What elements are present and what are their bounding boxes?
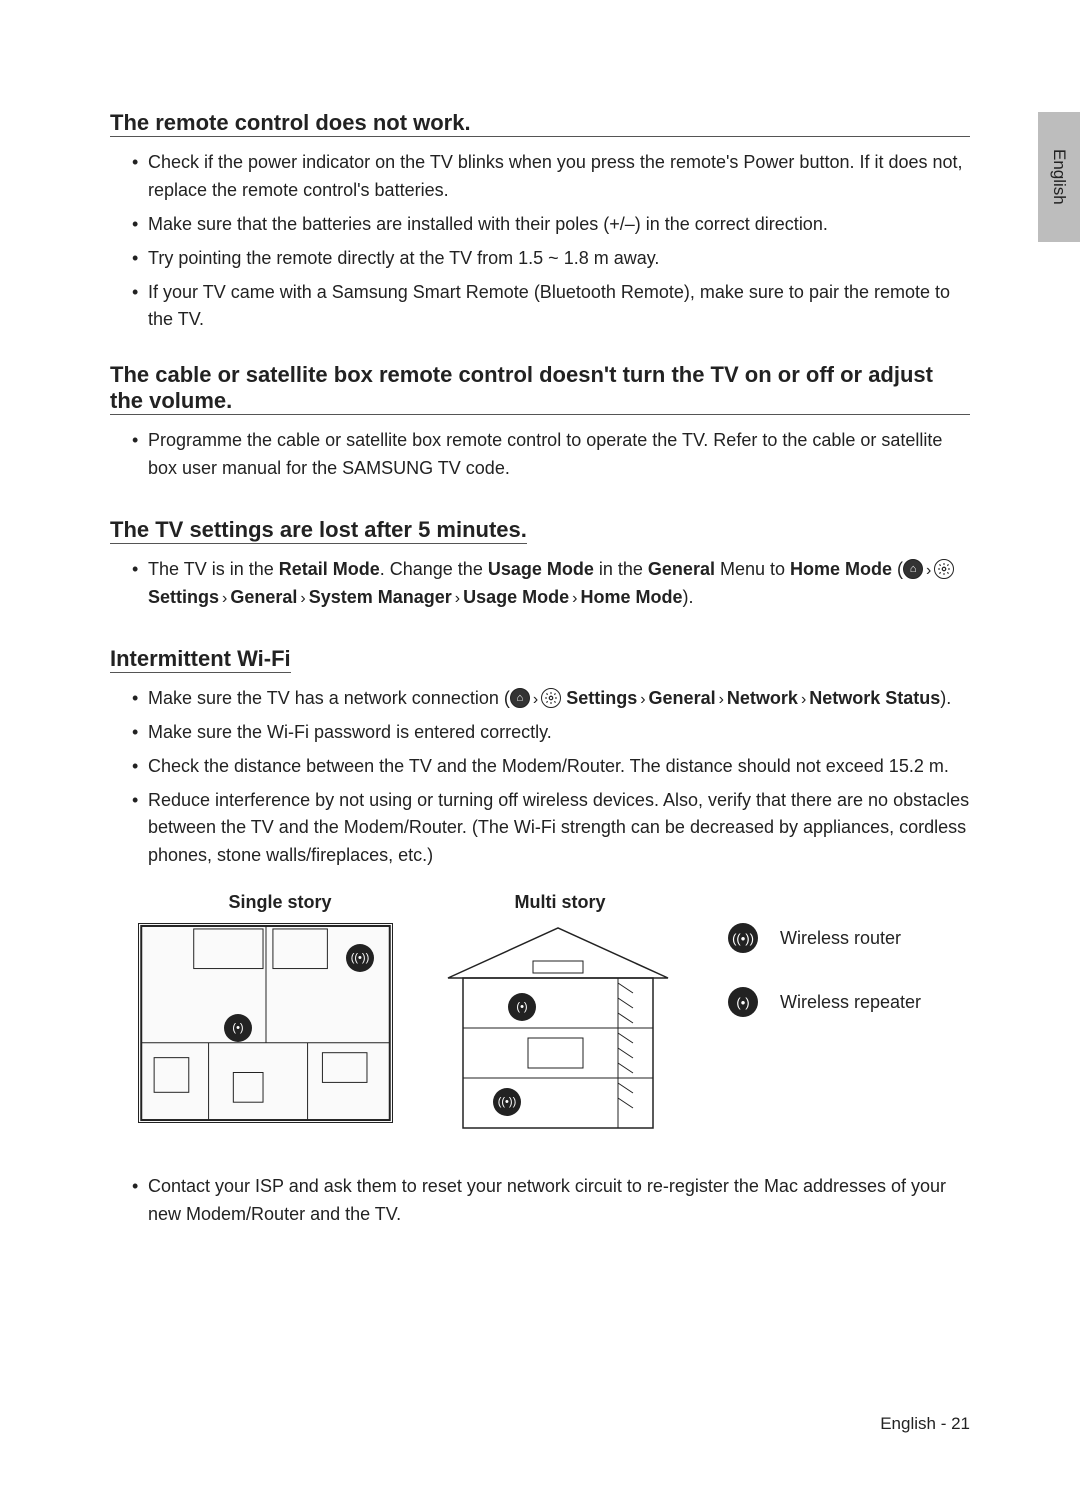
chevron-icon: › [637,691,648,708]
diagram-labels: Single story Multi story [110,892,970,913]
chevron-icon: › [569,590,580,607]
heading-settings-lost: The TV settings are lost after 5 minutes… [110,517,527,543]
text: ( [892,559,903,579]
gear-icon [934,559,954,579]
list-item: Try pointing the remote directly at the … [132,245,970,273]
chevron-icon: › [219,590,230,607]
list-wifi: Make sure the TV has a network connectio… [110,685,970,870]
text-bold: Home Mode [580,587,682,607]
text-bold: Network [727,688,798,708]
router-icon: ((•)) [728,923,758,953]
label-multi-story: Multi story [430,892,690,913]
chevron-icon: › [530,691,541,708]
text: . Change the [380,559,488,579]
chevron-icon: › [923,562,934,579]
text: Menu to [715,559,790,579]
heading-wifi: Intermittent Wi-Fi [110,646,291,672]
text: The TV is in the [148,559,279,579]
text: in the [594,559,648,579]
section-remote: The remote control does not work. [110,110,970,137]
chevron-icon: › [798,691,809,708]
text: ). [682,587,693,607]
list-item: The TV is in the Retail Mode. Change the… [132,556,970,612]
legend-label: Wireless router [780,928,901,949]
text-bold: General [649,688,716,708]
house-svg [438,923,678,1133]
page-content: The remote control does not work. Check … [0,0,1080,1295]
text: ). [940,688,951,708]
list-settings-lost: The TV is in the Retail Mode. Change the… [110,556,970,612]
text-bold: General [230,587,297,607]
repeater-icon: (•) [728,987,758,1017]
list-wifi-cont: Contact your ISP and ask them to reset y… [110,1173,970,1229]
list-item: Make sure the TV has a network connectio… [132,685,970,713]
text-bold: Settings [148,587,219,607]
home-icon: ⌂ [903,559,923,579]
legend-label: Wireless repeater [780,992,921,1013]
diagram-multi-story: (•) ((•)) [438,923,678,1133]
text-bold: System Manager [309,587,452,607]
list-item: Reduce interference by not using or turn… [132,787,970,871]
text-bold: Usage Mode [488,559,594,579]
list-cable: Programme the cable or satellite box rem… [110,427,970,483]
home-icon: ⌂ [510,688,530,708]
list-item: Make sure the Wi-Fi password is entered … [132,719,970,747]
text-bold: Network Status [809,688,940,708]
page-footer: English - 21 [880,1414,970,1434]
section-settings-lost: The TV settings are lost after 5 minutes… [110,517,527,544]
chevron-icon: › [716,691,727,708]
text-bold: Home Mode [790,559,892,579]
diagrams-row: ((•)) (•) (•) ((•)) ((•)) Wireless route… [110,923,970,1133]
list-item: Check the distance between the TV and th… [132,753,970,781]
section-cable: The cable or satellite box remote contro… [110,362,970,415]
gear-icon [541,688,561,708]
list-item: Check if the power indicator on the TV b… [132,149,970,205]
list-item: If your TV came with a Samsung Smart Rem… [132,279,970,335]
legend-row-repeater: (•) Wireless repeater [728,987,921,1017]
text-bold: Settings [566,688,637,708]
heading-cable: The cable or satellite box remote contro… [110,362,970,414]
label-single-story: Single story [150,892,410,913]
list-item: Programme the cable or satellite box rem… [132,427,970,483]
section-wifi: Intermittent Wi-Fi [110,646,291,673]
legend-row-router: ((•)) Wireless router [728,923,921,953]
chevron-icon: › [452,590,463,607]
text-bold: General [648,559,715,579]
text-bold: Usage Mode [463,587,569,607]
diagram-single-story: ((•)) (•) [138,923,393,1123]
list-item: Make sure that the batteries are install… [132,211,970,239]
chevron-icon: › [297,590,308,607]
diagram-legend: ((•)) Wireless router (•) Wireless repea… [728,923,921,1051]
list-item: Contact your ISP and ask them to reset y… [132,1173,970,1229]
text: Make sure the TV has a network connectio… [148,688,510,708]
heading-remote: The remote control does not work. [110,110,471,136]
text-bold: Retail Mode [279,559,380,579]
list-remote: Check if the power indicator on the TV b… [110,149,970,334]
